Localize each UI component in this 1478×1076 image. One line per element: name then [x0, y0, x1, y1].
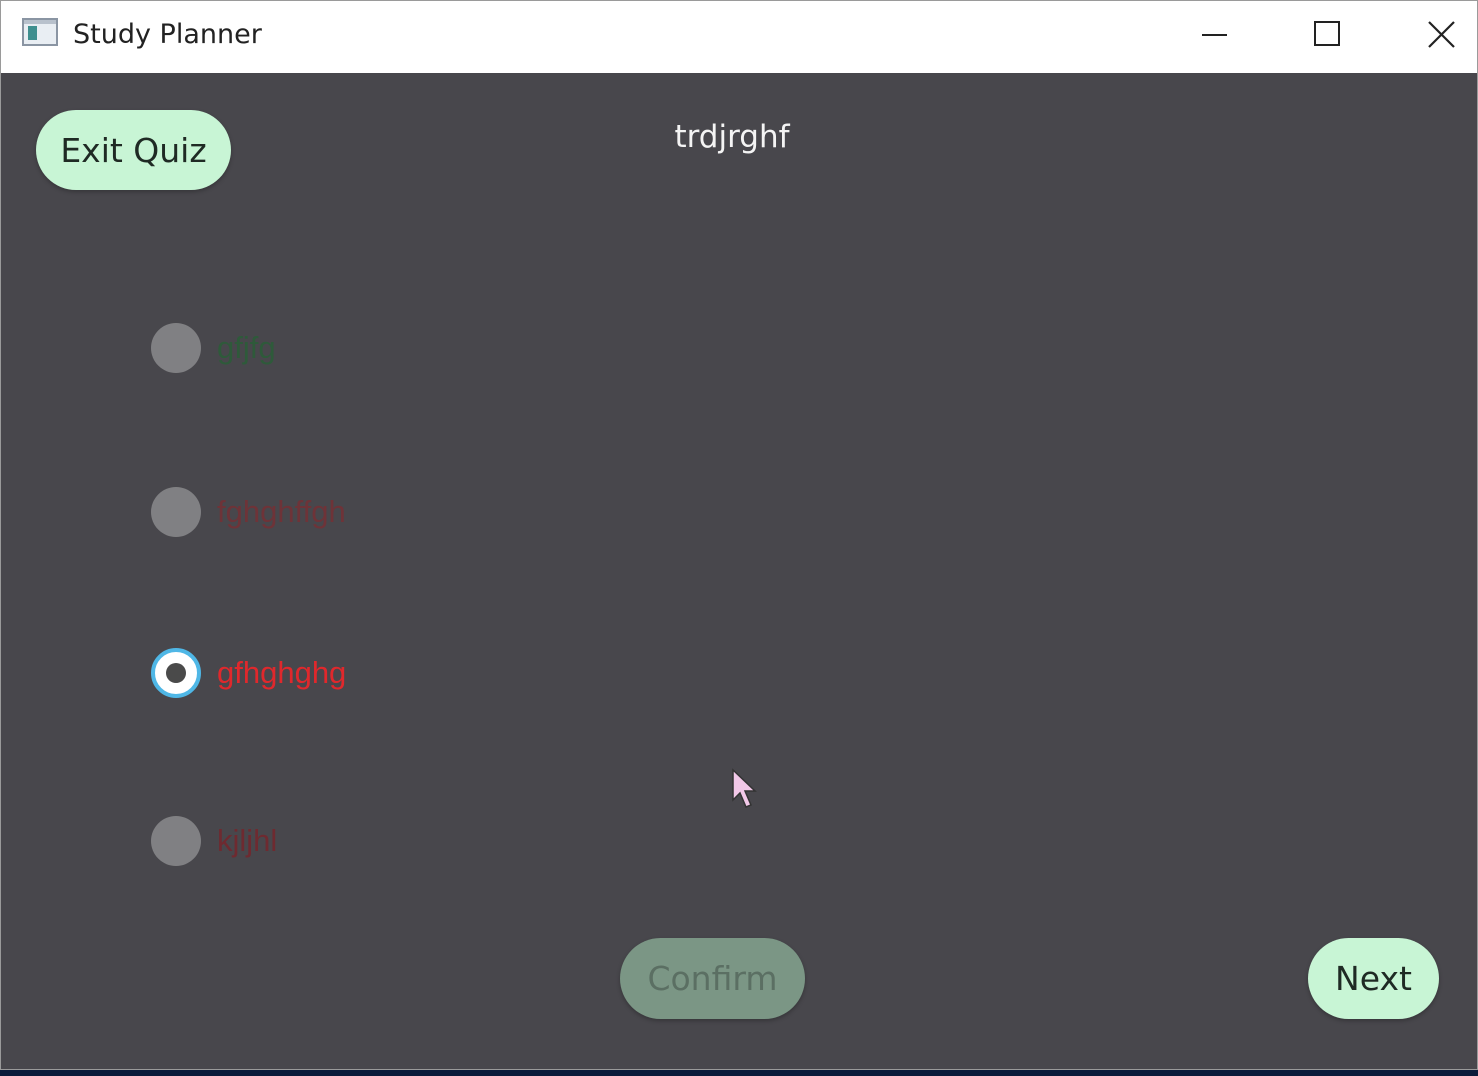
- minimize-icon: [1202, 34, 1227, 36]
- app-icon: [22, 18, 58, 46]
- study-planner-window: Study Planner Exit Quiz trdjrghf gfjfg f…: [0, 0, 1478, 1070]
- maximize-button[interactable]: [1271, 1, 1383, 67]
- answer-option-label: gfjfg: [217, 330, 276, 365]
- minimize-button[interactable]: [1158, 1, 1270, 67]
- close-icon: [1428, 21, 1455, 48]
- answer-option-4[interactable]: kjljhl: [151, 814, 277, 868]
- answer-option-label: gfhghghg: [217, 655, 347, 690]
- answer-option-1[interactable]: gfjfg: [151, 321, 276, 375]
- maximize-icon: [1314, 21, 1340, 46]
- next-button[interactable]: Next: [1308, 938, 1439, 1019]
- answer-option-2[interactable]: fghghffgh: [151, 485, 346, 539]
- question-text: trdjrghf: [674, 119, 790, 155]
- title-bar[interactable]: Study Planner: [1, 1, 1477, 73]
- radio-button[interactable]: [151, 487, 201, 537]
- answer-option-label: kjljhl: [217, 823, 278, 858]
- radio-button[interactable]: [151, 648, 201, 698]
- close-button[interactable]: [1384, 1, 1478, 67]
- confirm-button[interactable]: Confirm: [620, 938, 805, 1019]
- radio-button[interactable]: [151, 323, 201, 373]
- mouse-cursor-icon: [732, 768, 757, 808]
- window-title: Study Planner: [73, 19, 262, 50]
- answer-option-3[interactable]: gfhghghg: [151, 646, 346, 700]
- answer-option-label: fghghffgh: [217, 494, 346, 529]
- radio-button[interactable]: [151, 816, 201, 866]
